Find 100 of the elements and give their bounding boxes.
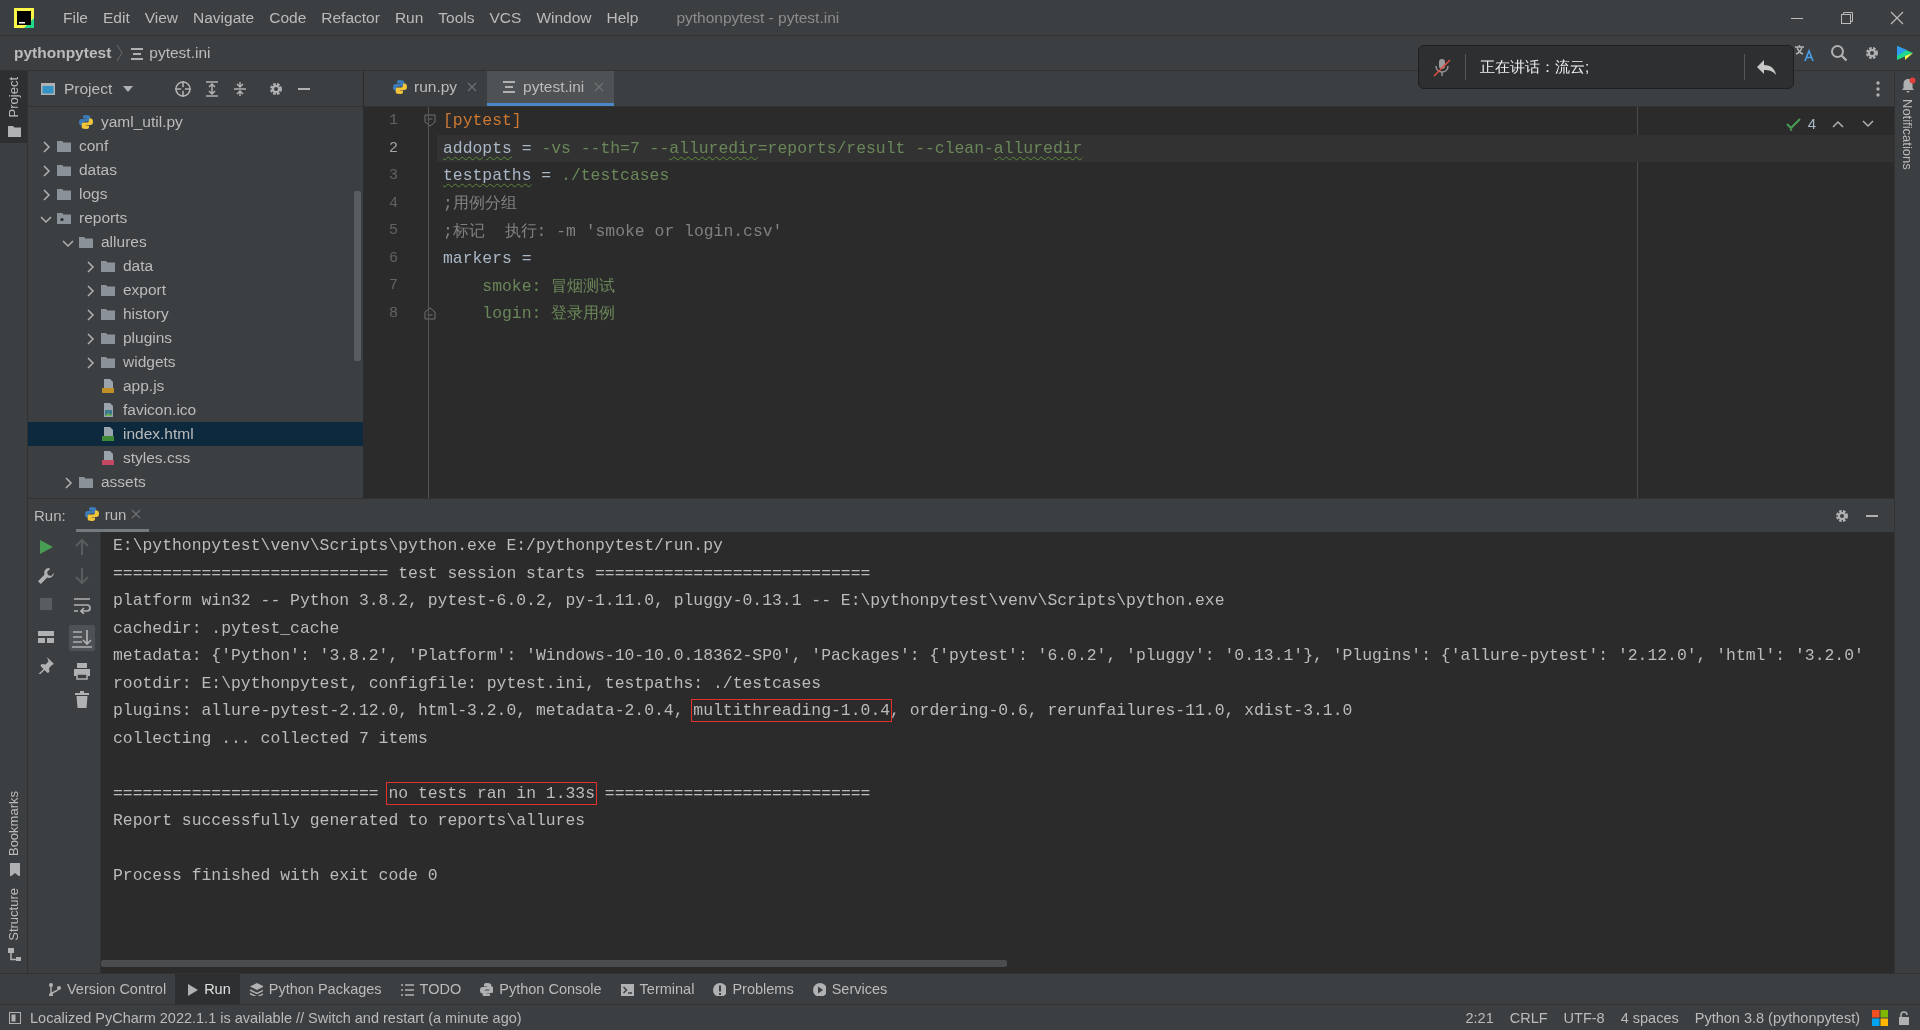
breadcrumb-item[interactable]: pytest.ini [149, 44, 211, 62]
tool-window-button[interactable]: Problems [703, 974, 803, 1004]
menu-item[interactable]: Edit [96, 5, 137, 30]
restore-icon[interactable] [1840, 10, 1854, 25]
menu-item[interactable]: View [137, 5, 186, 30]
fold-marker-icon[interactable] [423, 306, 436, 320]
menu-item[interactable]: Navigate [186, 5, 262, 30]
status-item[interactable]: Python 3.8 (pythonpytest) [1686, 1009, 1868, 1026]
tree-item[interactable]: favicon.ico [28, 398, 363, 422]
menu-item[interactable]: Refactor [314, 5, 387, 30]
breadcrumb-item[interactable]: pythonpytest [14, 44, 112, 62]
locate-icon[interactable] [174, 79, 193, 98]
tree-item[interactable]: index.html [28, 422, 363, 446]
code-line: testpaths = ./testcases [442, 165, 670, 188]
windows-logo-icon[interactable] [1872, 1009, 1888, 1026]
settings-icon[interactable] [268, 80, 285, 97]
tool-window-button[interactable]: Run [175, 974, 240, 1004]
folder-icon [6, 123, 21, 138]
tool-window-tab[interactable]: Structure [0, 882, 27, 967]
dropdown-caret-icon[interactable] [122, 84, 135, 93]
menu-item[interactable]: Tools [431, 5, 482, 30]
tree-item[interactable]: plugins [28, 326, 363, 350]
menu-item[interactable]: Window [529, 5, 599, 30]
play-icon[interactable] [37, 538, 55, 556]
editor-tab[interactable]: run.py [378, 71, 488, 106]
structure-icon [6, 947, 21, 961]
print-icon[interactable] [73, 662, 91, 680]
tree-item[interactable]: reports [28, 206, 363, 230]
more-options-icon[interactable] [1876, 80, 1880, 97]
settings-icon[interactable] [1834, 507, 1850, 524]
code-line: ;用例分组 [442, 193, 517, 216]
status-message[interactable]: Localized PyCharm 2022.1.1 is available // Switch and restart (a minute ago) [30, 1009, 522, 1026]
lock-icon[interactable] [1898, 1010, 1910, 1025]
close-icon[interactable] [1890, 10, 1904, 25]
tree-item[interactable]: styles.css [28, 446, 363, 470]
tree-item[interactable]: app.js [28, 374, 363, 398]
toolbox-logo-icon[interactable] [1896, 44, 1914, 62]
status-item[interactable]: CRLF [1501, 1009, 1556, 1026]
tree-item[interactable]: datas [28, 158, 363, 182]
branch-icon [47, 982, 61, 996]
notifications-tab[interactable]: Notifications [1895, 71, 1920, 176]
fold-marker-icon[interactable] [423, 114, 436, 128]
console-line: metadata: {'Python': '3.8.2', 'Platform': 'Windows-10-10.0.18362-SP0', 'Packages': {'pytest': '6.0.2', 'pluggy': '0.13.1'}, 'Plugins': {'allure-pytest': '2.12.0', 'html': '3.2.0' [113, 645, 1865, 667]
tree-item[interactable]: allures [28, 230, 363, 254]
chevron-down-icon[interactable] [1862, 119, 1874, 128]
project-window-icon [40, 80, 56, 97]
tool-window-button[interactable]: Version Control [38, 974, 176, 1004]
double-check-icon[interactable] [1785, 116, 1802, 131]
panel-toggle-icon[interactable] [8, 1010, 22, 1025]
tree-item[interactable]: data [28, 254, 363, 278]
services-icon [811, 982, 826, 996]
menu-item[interactable]: VCS [482, 5, 529, 30]
console-line: E:\pythonpytest\venv\Scripts\python.exe E:/pythonpytest/run.py [113, 535, 724, 557]
tree-item[interactable]: yaml_util.py [28, 110, 363, 134]
scroll-to-end-icon[interactable] [69, 625, 95, 651]
menu-item[interactable]: Run [387, 5, 431, 30]
tool-window-button[interactable]: Terminal [610, 974, 704, 1004]
python-icon [83, 506, 100, 522]
scrollbar-thumb[interactable] [354, 191, 361, 361]
menu-item[interactable]: File [56, 5, 95, 30]
tool-window-button[interactable]: Python Console [470, 974, 611, 1004]
code-line: ;标记 执行: -m 'smoke or login.csv' [442, 220, 783, 243]
tool-window-tab[interactable]: Project [0, 71, 27, 144]
tool-window-button[interactable]: TODO [390, 974, 471, 1004]
line-number: 3 [388, 167, 399, 185]
pin-icon[interactable] [37, 656, 55, 674]
status-item[interactable]: 2:21 [1457, 1009, 1502, 1026]
tree-item[interactable]: logs [28, 182, 363, 206]
wrench-icon[interactable] [37, 567, 55, 585]
tree-item[interactable]: conf [28, 134, 363, 158]
settings-icon[interactable] [1864, 45, 1880, 61]
tool-window-button[interactable]: Python Packages [239, 974, 391, 1004]
line-number: 2 [388, 139, 399, 157]
python-file-icon [78, 113, 95, 131]
chevron-up-icon[interactable] [1832, 119, 1844, 128]
soft-wrap-icon[interactable] [73, 596, 91, 614]
status-item[interactable]: 4 spaces [1612, 1009, 1687, 1026]
ini-file-icon [501, 79, 518, 95]
translate-icon[interactable] [1794, 44, 1814, 62]
status-item[interactable]: UTF-8 [1555, 1009, 1613, 1026]
editor-tab[interactable]: pytest.ini [487, 71, 615, 106]
muted-microphone-icon[interactable] [1433, 57, 1451, 77]
search-icon[interactable] [1830, 44, 1848, 62]
tree-item[interactable]: assets [28, 470, 363, 494]
console-line: platform win32 -- Python 3.8.2, pytest-6.0.2, py-1.11.0, pluggy-0.13.1 -- E:\pythonpytest\venv\Scripts\python.exe [113, 590, 1226, 612]
menu-item[interactable]: Code [262, 5, 314, 30]
tree-item[interactable]: history [28, 302, 363, 326]
panel-title[interactable]: Project [64, 79, 113, 98]
tree-item[interactable]: export [28, 278, 363, 302]
trash-icon[interactable] [74, 691, 90, 709]
collapse-all-icon[interactable] [232, 80, 249, 97]
menu-item[interactable]: Help [599, 5, 646, 30]
expand-all-icon[interactable] [204, 80, 221, 97]
tool-window-button[interactable]: Services [802, 974, 897, 1004]
layout-icon[interactable] [37, 629, 55, 645]
horizontal-scrollbar[interactable] [101, 960, 1007, 967]
tree-item[interactable]: widgets [28, 350, 363, 374]
ini-file-icon [129, 46, 144, 60]
inspection-count[interactable]: 4 [1807, 115, 1816, 132]
tool-window-tab[interactable]: Bookmarks [0, 785, 27, 883]
